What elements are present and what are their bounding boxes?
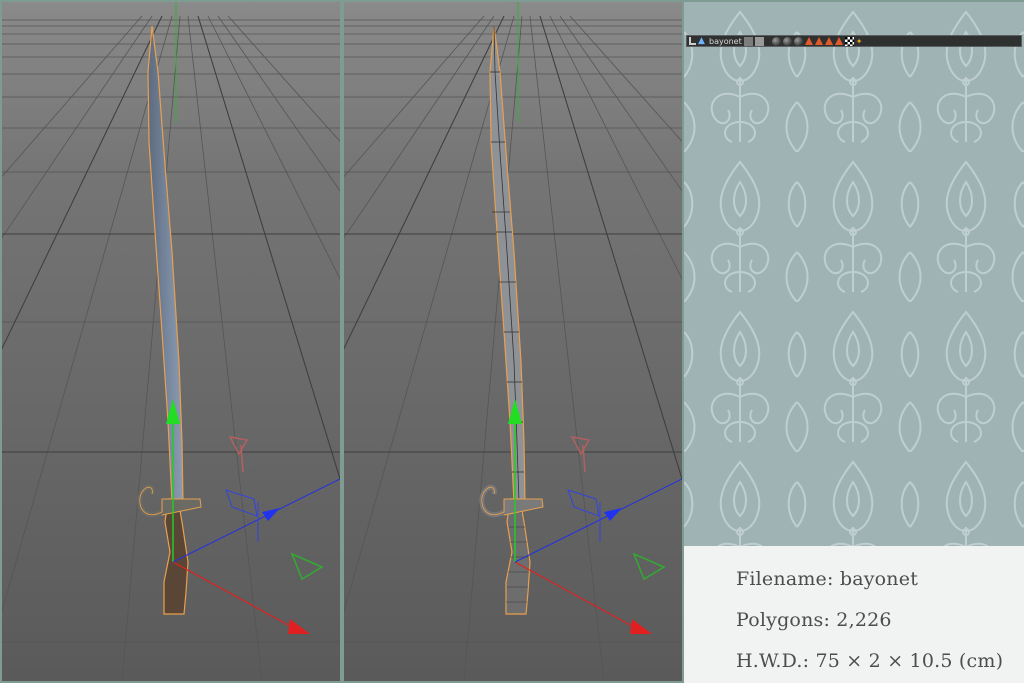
damask-pattern-background: ▲ bayonet ✦ [684,2,1024,546]
warning-triangle-icon[interactable] [834,37,843,45]
warning-triangle-icon[interactable] [824,37,833,45]
tag-icon[interactable] [754,36,764,46]
material-ball-icon[interactable] [793,36,803,46]
warning-triangle-icon[interactable] [814,37,823,45]
star-icon[interactable]: ✦ [856,37,865,46]
filename-label: Filename: bayonet [736,568,919,590]
object-icon[interactable] [689,37,696,45]
null-object-icon: ▲ [698,35,705,46]
object-manager-bar[interactable]: ▲ bayonet ✦ [686,35,1022,47]
warning-triangle-icon[interactable] [804,37,813,45]
viewport-shaded[interactable] [2,2,340,681]
tag-icon[interactable] [743,36,753,46]
viewport-wireframe[interactable] [344,2,682,681]
material-ball-icon[interactable] [782,36,792,46]
object-name[interactable]: bayonet [709,37,742,46]
dimensions-label: H.W.D.: 75 × 2 × 10.5 (cm) [736,650,1004,672]
checker-icon[interactable] [844,36,854,46]
info-panel: ▲ bayonet ✦ Filename: bayonet Polygons: … [684,2,1024,683]
polygons-label: Polygons: 2,226 [736,609,892,631]
model-info: Filename: bayonet Polygons: 2,226 H.W.D.… [684,546,1024,683]
material-ball-icon[interactable] [771,36,781,46]
